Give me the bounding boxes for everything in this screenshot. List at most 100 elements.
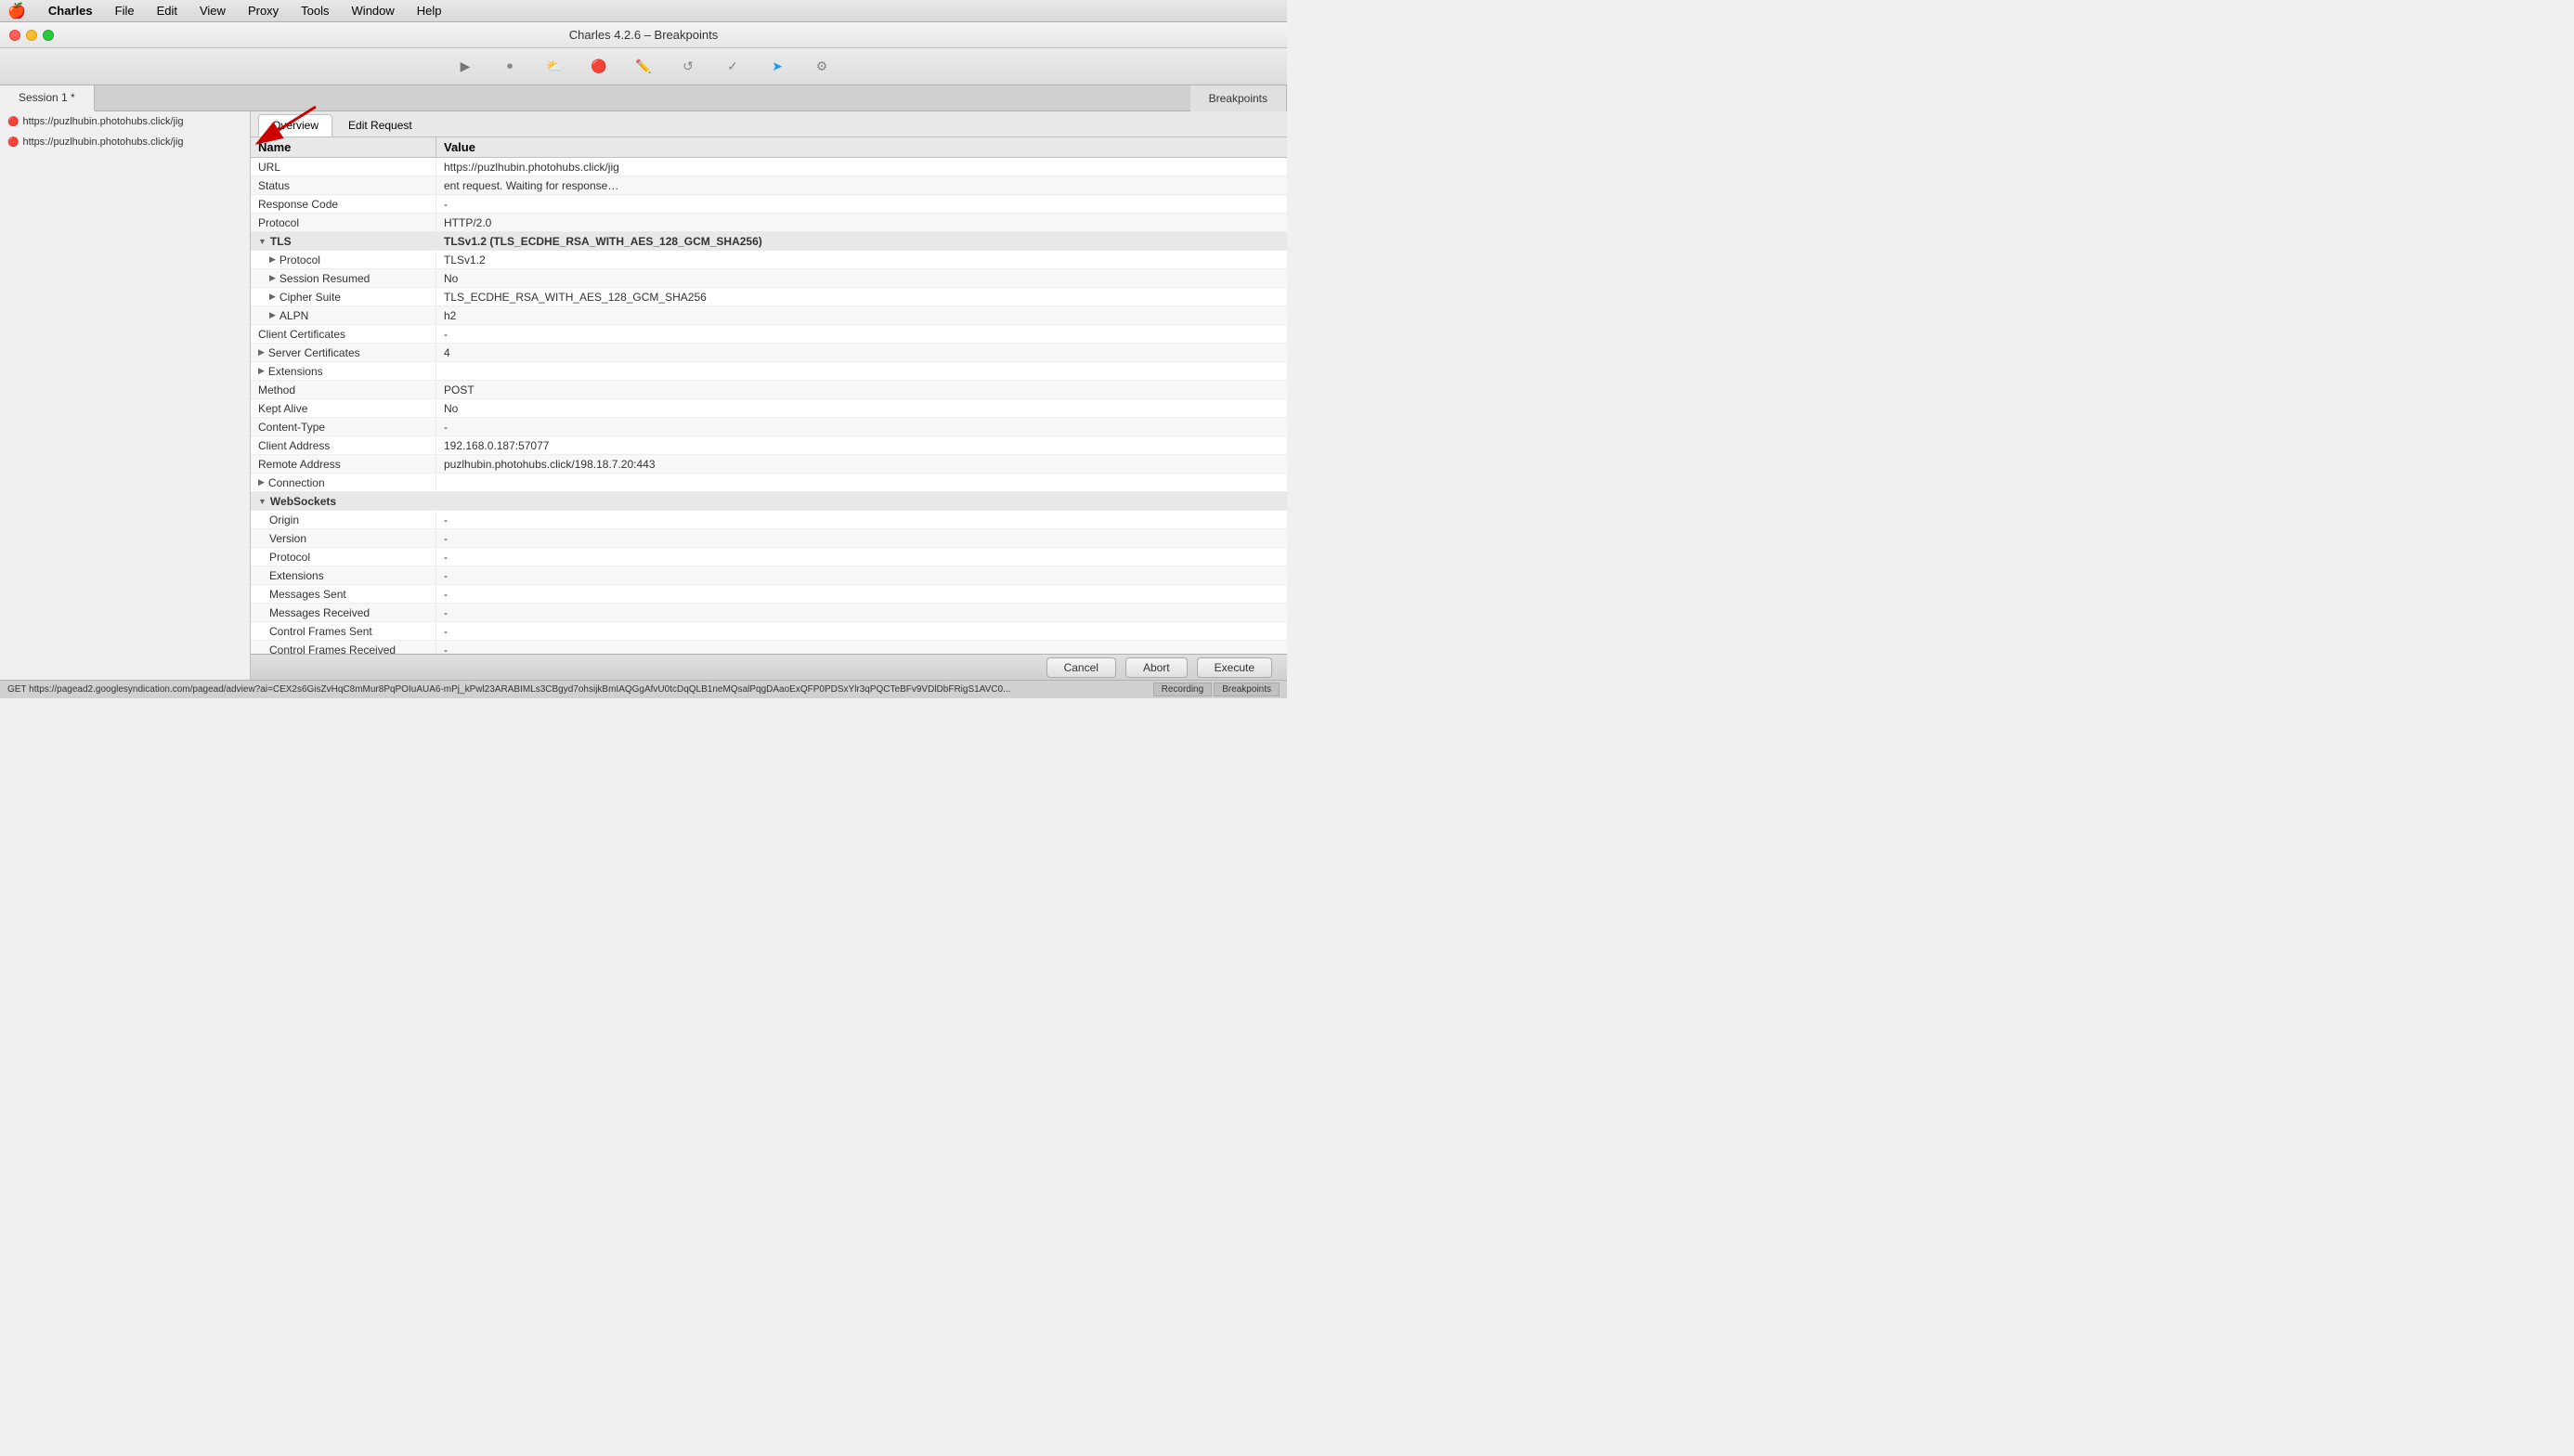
row-value-protocol: HTTP/2.0 xyxy=(436,214,1287,231)
table-row: ▼ WebSockets xyxy=(251,492,1287,511)
expand-connection-icon[interactable]: ▶ xyxy=(258,477,265,488)
menubar: 🍎 Charles File Edit View Proxy Tools Win… xyxy=(0,0,1287,22)
expand-session-icon[interactable]: ▶ xyxy=(269,273,276,283)
table-row: ▶Server Certificates 4 xyxy=(251,344,1287,362)
abort-button[interactable]: Abort xyxy=(1125,657,1188,678)
tab-overview[interactable]: Overview xyxy=(258,114,332,136)
expand-extensions-icon[interactable]: ▶ xyxy=(258,366,265,376)
row-name-cipher-suite: ▶Cipher Suite xyxy=(251,289,436,306)
menu-edit[interactable]: Edit xyxy=(153,4,181,18)
row-name-websockets[interactable]: ▼ WebSockets xyxy=(251,493,436,510)
row-name-ws-messages-sent: Messages Sent xyxy=(251,586,436,603)
toolbar-cloud-btn[interactable]: ⛅ xyxy=(541,54,567,80)
breakpoints-tab-btn[interactable]: Breakpoints xyxy=(1214,682,1280,696)
menu-view[interactable]: View xyxy=(196,4,229,18)
expand-tls-protocol-icon[interactable]: ▶ xyxy=(269,254,276,265)
error-icon-2: 🔴 xyxy=(7,137,19,148)
tabbar: Session 1 * Breakpoints xyxy=(0,85,1287,111)
content-area: 🔴 https://puzlhubin.photohubs.click/jig … xyxy=(0,111,1287,680)
table-row: Remote Address puzlhubin.photohubs.click… xyxy=(251,455,1287,474)
table-row: Client Certificates - xyxy=(251,325,1287,344)
row-name-method: Method xyxy=(251,382,436,398)
table-row: Protocol HTTP/2.0 xyxy=(251,214,1287,232)
row-name-connection[interactable]: ▶Connection xyxy=(251,474,436,491)
session-tab[interactable]: Session 1 * xyxy=(0,85,95,111)
menu-file[interactable]: File xyxy=(111,4,138,18)
table-row: Client Address 192.168.0.187:57077 xyxy=(251,436,1287,455)
main-panel: Overview Edit Request Name Value URL htt… xyxy=(251,111,1287,680)
statusbar: GET https://pagead2.googlesyndication.co… xyxy=(0,680,1287,698)
row-value-content-type: - xyxy=(436,419,1287,436)
toolbar: ▶ ⏺ ⛅ 🔴 ✏️ ↺ ✓ ➤ ⚙ xyxy=(0,48,1287,85)
table-row: ▶Session Resumed No xyxy=(251,269,1287,288)
table-row: Content-Type - xyxy=(251,418,1287,436)
sidebar-item-2[interactable]: 🔴 https://puzlhubin.photohubs.click/jig xyxy=(0,132,250,152)
recording-tab-btn[interactable]: Recording xyxy=(1153,682,1213,696)
table-row: URL https://puzlhubin.photohubs.click/ji… xyxy=(251,158,1287,176)
table-row: Version - xyxy=(251,529,1287,548)
row-value-status: ent request. Waiting for response… xyxy=(436,177,1287,194)
row-name-ws-protocol: Protocol xyxy=(251,549,436,566)
menu-charles[interactable]: Charles xyxy=(45,4,97,18)
error-icon-1: 🔴 xyxy=(7,117,19,127)
toolbar-send-btn[interactable]: ➤ xyxy=(764,54,790,80)
maximize-button[interactable] xyxy=(43,30,54,41)
tab-edit-request[interactable]: Edit Request xyxy=(334,114,426,136)
sidebar-item-1[interactable]: 🔴 https://puzlhubin.photohubs.click/jig xyxy=(0,111,250,132)
menu-window[interactable]: Window xyxy=(348,4,398,18)
toolbar-edit-btn[interactable]: ✏️ xyxy=(630,54,656,80)
row-value-alpn: h2 xyxy=(436,307,1287,324)
row-value-client-address: 192.168.0.187:57077 xyxy=(436,437,1287,454)
toolbar-settings-btn[interactable]: ⚙ xyxy=(809,54,835,80)
close-button[interactable] xyxy=(9,30,20,41)
toolbar-play-btn[interactable]: ▶ xyxy=(452,54,478,80)
row-name-content-type: Content-Type xyxy=(251,419,436,436)
table-row: Response Code - xyxy=(251,195,1287,214)
row-value-extensions xyxy=(436,370,1287,373)
row-value-ws-ctrl-sent: - xyxy=(436,623,1287,640)
row-name-remote-address: Remote Address xyxy=(251,456,436,473)
row-name-extensions[interactable]: ▶Extensions xyxy=(251,363,436,380)
row-value-response-code: - xyxy=(436,196,1287,213)
toolbar-check-btn[interactable]: ✓ xyxy=(720,54,746,80)
window-title: Charles 4.2.6 – Breakpoints xyxy=(569,28,718,42)
table-row: Origin - xyxy=(251,511,1287,529)
row-name-client-certs: Client Certificates xyxy=(251,326,436,343)
row-name-tls[interactable]: ▼ TLS xyxy=(251,233,436,250)
expand-server-certs-icon[interactable]: ▶ xyxy=(258,347,265,358)
row-value-ws-extensions: - xyxy=(436,567,1287,584)
table-row: Protocol - xyxy=(251,548,1287,566)
row-value-ws-ctrl-recv: - xyxy=(436,642,1287,655)
toolbar-record-btn[interactable]: 🔴 xyxy=(586,54,612,80)
row-value-session-resumed: No xyxy=(436,270,1287,287)
table-row: Messages Sent - xyxy=(251,585,1287,604)
row-value-ws-messages-sent: - xyxy=(436,586,1287,603)
menu-proxy[interactable]: Proxy xyxy=(244,4,282,18)
apple-icon: 🍎 xyxy=(7,2,26,20)
toolbar-stop-btn[interactable]: ⏺ xyxy=(497,54,523,80)
table-row: Extensions - xyxy=(251,566,1287,585)
overview-table: URL https://puzlhubin.photohubs.click/ji… xyxy=(251,158,1287,654)
menu-tools[interactable]: Tools xyxy=(297,4,332,18)
row-name-server-certs[interactable]: ▶Server Certificates xyxy=(251,344,436,361)
expand-alpn-icon[interactable]: ▶ xyxy=(269,310,276,320)
row-name-ws-origin: Origin xyxy=(251,512,436,528)
row-value-method: POST xyxy=(436,382,1287,398)
row-value-ws-version: - xyxy=(436,530,1287,547)
menu-help[interactable]: Help xyxy=(413,4,446,18)
table-row: Status ent request. Waiting for response… xyxy=(251,176,1287,195)
row-name-status: Status xyxy=(251,177,436,194)
expand-cipher-icon[interactable]: ▶ xyxy=(269,292,276,302)
table-row: ▶Connection xyxy=(251,474,1287,492)
row-value-connection xyxy=(436,481,1287,485)
websockets-label: WebSockets xyxy=(270,495,336,508)
cancel-button[interactable]: Cancel xyxy=(1046,657,1116,678)
minimize-button[interactable] xyxy=(26,30,37,41)
breakpoints-tab[interactable]: Breakpoints xyxy=(1190,85,1287,111)
toolbar-refresh-btn[interactable]: ↺ xyxy=(675,54,701,80)
execute-button[interactable]: Execute xyxy=(1197,657,1272,678)
table-row: Control Frames Received - xyxy=(251,641,1287,654)
expand-tls-icon[interactable]: ▼ xyxy=(258,237,266,246)
table-row: ▶Protocol TLSv1.2 xyxy=(251,251,1287,269)
expand-ws-icon[interactable]: ▼ xyxy=(258,497,266,506)
